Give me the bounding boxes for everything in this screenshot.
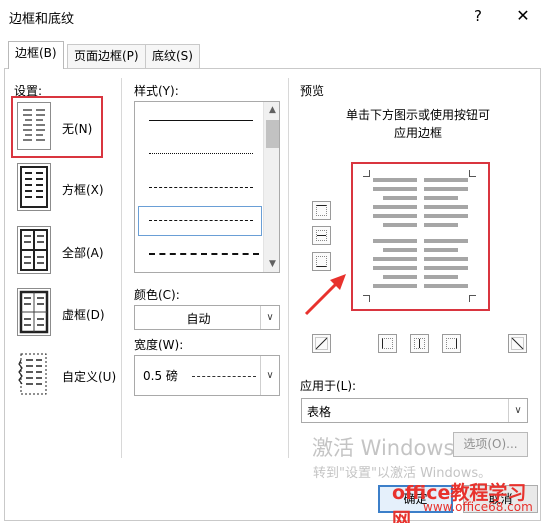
right-border-button[interactable] <box>442 334 461 353</box>
title-bar <box>0 0 545 32</box>
setting-all-label[interactable]: 全部(A) <box>62 244 104 261</box>
style-option-selected-frame[interactable] <box>138 206 262 236</box>
setting-grid-label[interactable]: 虚框(D) <box>62 306 105 323</box>
style-option-dotted[interactable] <box>149 153 253 154</box>
activation-watermark: 激活 Windows <box>312 436 455 460</box>
corner-mark <box>469 170 476 177</box>
diagonal-down-icon <box>511 337 524 350</box>
bottom-border-button[interactable] <box>312 252 331 271</box>
width-line-sample <box>192 376 256 377</box>
diagonal-up-border-button[interactable] <box>312 334 331 353</box>
diagonal-up-icon <box>315 337 328 350</box>
site-watermark-url: www.office68.com <box>423 500 533 514</box>
tab-shading[interactable]: 底纹(S) <box>145 44 200 68</box>
window-title: 边框和底纹 <box>9 12 75 27</box>
corner-mark <box>363 170 370 177</box>
options-button[interactable]: 选项(O)... <box>453 432 528 457</box>
style-option-dashed-fine[interactable] <box>149 187 253 188</box>
style-option-dash-long[interactable] <box>149 253 259 255</box>
setting-box-icon[interactable] <box>17 163 51 211</box>
style-listbox[interactable]: ▲ ▼ <box>134 101 280 273</box>
custom-preview-icon <box>18 353 47 395</box>
style-option-solid[interactable] <box>149 120 253 121</box>
preview-area[interactable] <box>351 162 490 311</box>
preview-text-col-left <box>373 178 417 288</box>
top-border-button[interactable] <box>312 201 331 220</box>
setting-none-icon[interactable] <box>17 102 51 150</box>
scroll-thumb[interactable] <box>266 120 279 148</box>
corner-mark <box>469 295 476 302</box>
color-label: 颜色(C): <box>134 288 180 302</box>
close-button[interactable]: ✕ <box>510 4 536 28</box>
apply-to-value: 表格 <box>307 405 332 419</box>
preview-hint: 单击下方图示或使用按钮可 <box>345 108 490 122</box>
setting-all-icon[interactable] <box>17 226 51 274</box>
setting-custom-icon[interactable] <box>17 350 51 398</box>
tab-borders[interactable]: 边框(B) <box>8 41 64 69</box>
scroll-down-icon[interactable]: ▼ <box>264 256 279 272</box>
apply-to-label: 应用于(L): <box>300 379 357 393</box>
width-label: 宽度(W): <box>134 338 184 352</box>
grid-preview-icon <box>19 290 49 334</box>
inside-horizontal-border-button[interactable] <box>312 226 331 245</box>
column-separator <box>288 78 289 458</box>
none-preview-icon <box>23 109 45 141</box>
help-button[interactable]: ? <box>466 4 490 28</box>
scroll-up-icon[interactable]: ▲ <box>264 102 279 118</box>
inside-vertical-border-button[interactable] <box>410 334 429 353</box>
width-value: 0.5 磅 <box>143 369 178 383</box>
box-preview-icon <box>20 166 48 208</box>
preview-text-col-right <box>424 178 468 288</box>
dropdown-arrow-icon[interactable]: ∨ <box>508 399 527 422</box>
preview-hint: 应用边框 <box>393 126 442 140</box>
left-border-button[interactable] <box>378 334 397 353</box>
setting-custom-label[interactable]: 自定义(U) <box>62 368 116 385</box>
annotation-arrow-icon <box>304 274 346 316</box>
setting-none-label[interactable]: 无(N) <box>62 120 92 137</box>
all-preview-icon <box>20 229 48 271</box>
apply-to-select[interactable]: 表格 ∨ <box>301 398 528 423</box>
setting-grid-icon[interactable] <box>17 288 51 336</box>
diagonal-down-border-button[interactable] <box>508 334 527 353</box>
preview-label: 预览 <box>300 84 325 98</box>
width-select[interactable]: 0.5 磅 ∨ <box>134 355 280 396</box>
setting-box-label[interactable]: 方框(X) <box>62 181 104 198</box>
style-option-dashed[interactable] <box>149 220 253 221</box>
column-separator <box>121 78 122 458</box>
color-select[interactable]: 自动 ∨ <box>134 305 280 330</box>
dropdown-arrow-icon[interactable]: ∨ <box>260 356 279 395</box>
color-value: 自动 <box>186 312 211 326</box>
corner-mark <box>363 295 370 302</box>
tab-page-border[interactable]: 页面边框(P) <box>67 44 146 68</box>
style-label: 样式(Y): <box>134 84 179 98</box>
style-scrollbar[interactable]: ▲ ▼ <box>263 102 279 272</box>
dropdown-arrow-icon[interactable]: ∨ <box>260 306 279 329</box>
